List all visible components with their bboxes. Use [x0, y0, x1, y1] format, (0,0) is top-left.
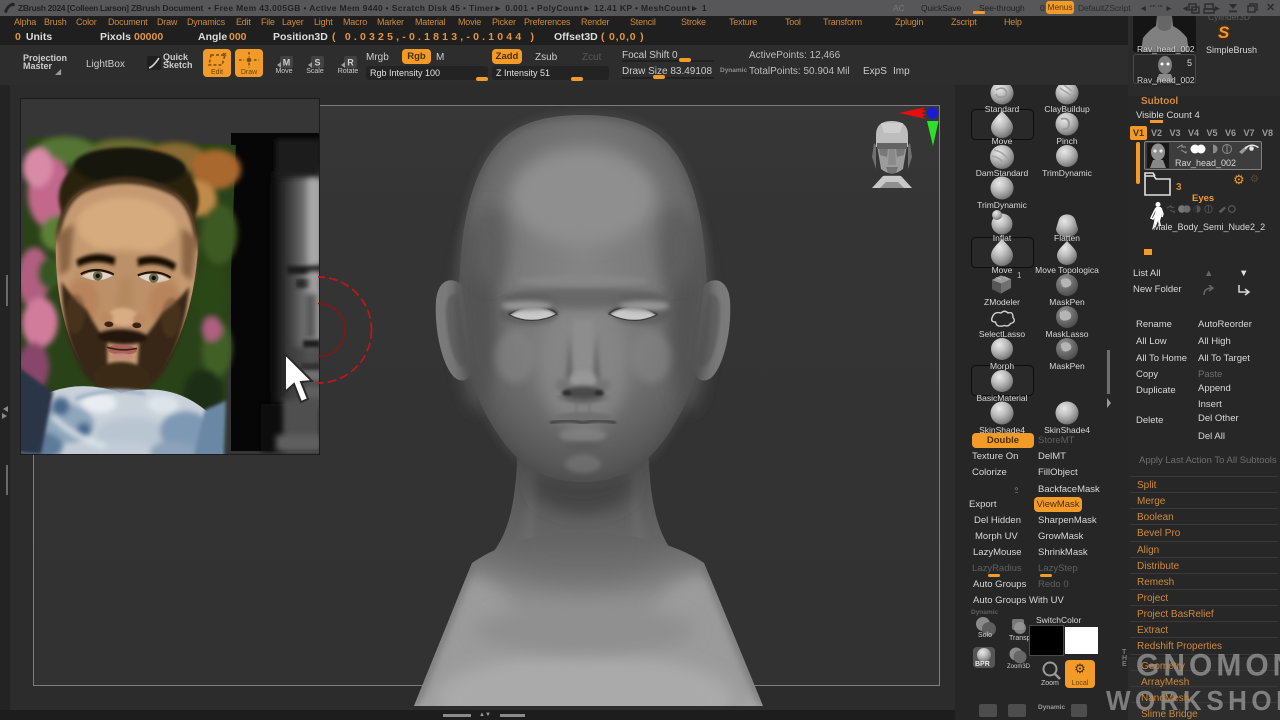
svg-text:R: R [347, 58, 354, 68]
svg-text:Zoom3D: Zoom3D [1007, 664, 1031, 670]
svg-text:S: S [314, 58, 320, 68]
svg-text:M: M [283, 58, 291, 68]
svg-text:BPR: BPR [975, 661, 990, 668]
svg-text:Transp: Transp [1009, 635, 1031, 642]
svg-text:Zoom: Zoom [1041, 680, 1059, 687]
svg-text:Solo: Solo [978, 632, 992, 639]
